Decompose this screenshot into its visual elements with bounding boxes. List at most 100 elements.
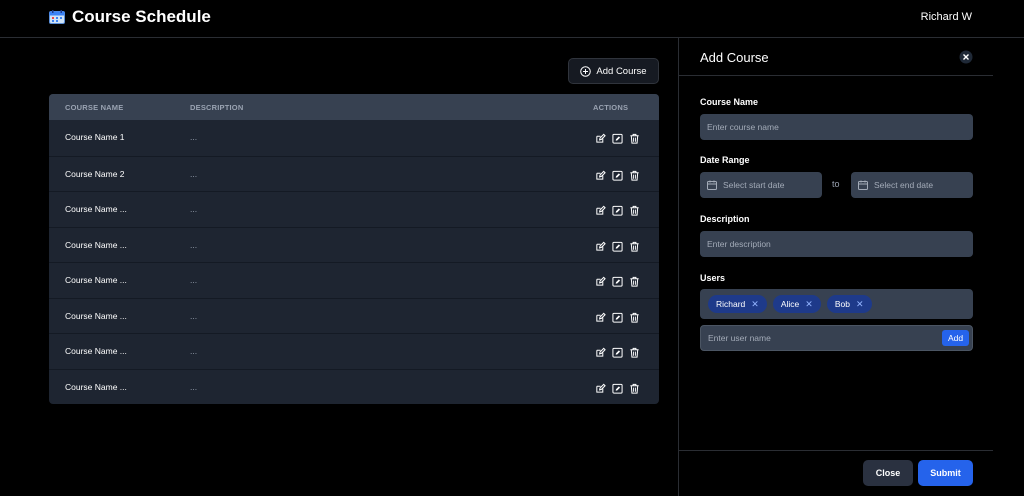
course-name-cell: Course Name ... <box>65 346 127 356</box>
remove-user-icon[interactable]: ✕ <box>751 299 759 310</box>
course-name-cell: Course Name ... <box>65 239 127 250</box>
trash-icon[interactable] <box>629 131 640 144</box>
remove-user-icon[interactable]: ✕ <box>856 299 864 310</box>
divider <box>679 75 993 76</box>
edit-icon[interactable] <box>595 381 606 393</box>
schedule-edit-icon[interactable] <box>612 310 623 323</box>
add-course-label: Add Course <box>596 65 647 77</box>
schedule-edit-icon[interactable] <box>612 239 623 252</box>
user-chip-label: Alice <box>780 299 800 309</box>
course-name-cell: Course Name ... <box>65 381 127 392</box>
table-row[interactable]: Course Name ... ... <box>49 368 659 405</box>
description-cell: ... <box>190 381 198 392</box>
panel-title: Add Course <box>700 50 769 65</box>
add-user-row: Add <box>700 325 973 351</box>
row-actions <box>595 345 640 358</box>
table-body: Course Name 1 ... Course Name 2 ... Cour… <box>49 120 659 404</box>
submit-button[interactable]: Submit <box>918 460 973 486</box>
schedule-edit-icon[interactable] <box>612 345 623 358</box>
schedule-edit-icon[interactable] <box>612 131 623 144</box>
user-chip: Bob ✕ <box>826 295 872 313</box>
description-field[interactable] <box>700 231 973 257</box>
table-row[interactable]: Course Name ... ... <box>49 333 659 369</box>
trash-icon[interactable] <box>629 310 640 323</box>
course-name-cell: Course Name 2 <box>65 168 125 179</box>
add-course-button[interactable]: Add Course <box>568 58 659 84</box>
users-label: Users <box>700 273 726 283</box>
course-name-cell: Course Name 1 <box>65 132 125 142</box>
course-name-field[interactable] <box>700 114 973 140</box>
course-table: COURSE NAME DESCRIPTION ACTIONS Course N… <box>49 94 659 404</box>
description-cell: ... <box>190 346 198 356</box>
trash-icon[interactable] <box>629 203 640 216</box>
trash-icon[interactable] <box>629 239 640 252</box>
column-header-actions: ACTIONS <box>593 103 629 112</box>
remove-user-icon[interactable]: ✕ <box>805 299 813 310</box>
description-cell: ... <box>190 168 198 179</box>
end-date-placeholder: Select end date <box>874 180 934 190</box>
row-actions <box>595 274 640 287</box>
row-actions <box>595 381 640 394</box>
edit-icon[interactable] <box>595 168 606 180</box>
trash-icon[interactable] <box>629 345 640 358</box>
description-input[interactable] <box>707 239 973 249</box>
page-title: Course Schedule <box>72 7 211 26</box>
description-cell: ... <box>190 310 198 321</box>
edit-icon[interactable] <box>595 310 606 322</box>
footer-divider <box>679 450 993 451</box>
edit-icon[interactable] <box>595 203 606 215</box>
description-cell: ... <box>190 275 198 285</box>
start-date-field[interactable]: Select start date <box>700 172 822 198</box>
user-chip: Alice ✕ <box>772 295 821 313</box>
table-row[interactable]: Course Name ... ... <box>49 297 659 334</box>
close-icon[interactable] <box>959 50 973 64</box>
table-row[interactable]: Course Name ... ... <box>49 262 659 298</box>
schedule-edit-icon[interactable] <box>612 274 623 287</box>
user-name[interactable]: Richard W <box>921 11 972 23</box>
add-user-button[interactable]: Add <box>942 330 969 346</box>
row-actions <box>595 168 640 181</box>
user-name-input[interactable] <box>708 333 942 343</box>
table-row[interactable]: Course Name 1 ... <box>49 120 659 156</box>
trash-icon[interactable] <box>629 381 640 394</box>
add-course-panel: Add Course Course Name Date Range Select… <box>678 38 1024 496</box>
table-row[interactable]: Course Name ... ... <box>49 191 659 227</box>
users-chip-list: Richard ✕ Alice ✕ Bob ✕ <box>700 289 973 319</box>
plus-circle-icon <box>580 65 592 77</box>
trash-icon[interactable] <box>629 274 640 287</box>
course-name-input[interactable] <box>707 122 973 132</box>
table-row[interactable]: Course Name 2 ... <box>49 155 659 192</box>
trash-icon[interactable] <box>629 168 640 181</box>
edit-icon[interactable] <box>595 274 606 286</box>
schedule-edit-icon[interactable] <box>612 168 623 181</box>
start-date-placeholder: Select start date <box>723 180 785 190</box>
course-name-label: Course Name <box>700 97 759 107</box>
description-cell: ... <box>190 204 198 214</box>
course-name-cell: Course Name ... <box>65 204 127 214</box>
table-header: COURSE NAME DESCRIPTION ACTIONS <box>49 94 659 120</box>
app-header: Course Schedule Richard W <box>0 0 1024 38</box>
edit-icon[interactable] <box>595 131 606 143</box>
user-chip-label: Bob <box>834 299 850 309</box>
close-button[interactable]: Close <box>863 460 913 486</box>
description-label: Description <box>700 214 750 224</box>
schedule-edit-icon[interactable] <box>612 203 623 216</box>
edit-icon[interactable] <box>595 239 606 251</box>
edit-icon[interactable] <box>595 345 606 357</box>
end-date-field[interactable]: Select end date <box>851 172 973 198</box>
row-actions <box>595 239 640 252</box>
date-range-label: Date Range <box>700 155 750 165</box>
row-actions <box>595 203 640 216</box>
schedule-edit-icon[interactable] <box>612 381 623 394</box>
row-actions <box>595 310 640 323</box>
table-row[interactable]: Course Name ... ... <box>49 226 659 263</box>
user-chip: Richard ✕ <box>708 295 767 313</box>
calendar-icon <box>707 180 717 190</box>
row-actions <box>595 131 640 144</box>
course-name-cell: Course Name ... <box>65 310 127 321</box>
column-header-course-name: COURSE NAME <box>65 103 124 112</box>
description-cell: ... <box>190 239 198 250</box>
course-name-cell: Course Name ... <box>65 275 127 285</box>
calendar-icon <box>49 10 65 24</box>
column-header-description: DESCRIPTION <box>190 103 244 112</box>
